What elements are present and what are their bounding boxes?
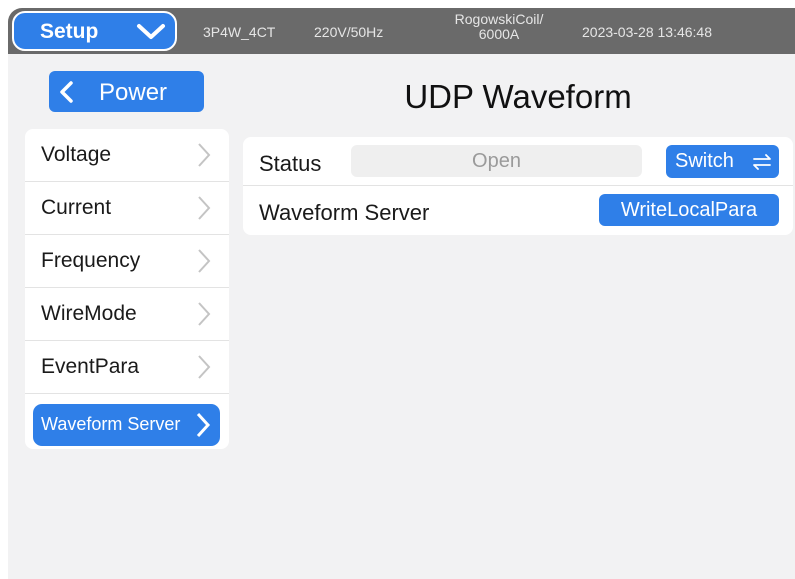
waveform-server-row: Waveform Server WriteLocalPara — [243, 186, 793, 235]
back-button-label: Power — [99, 79, 168, 106]
waveform-server-label: Waveform Server — [259, 200, 430, 225]
datetime-status: 2023-03-28 13:46:48 — [582, 24, 712, 40]
sensor-range: 6000A — [478, 26, 520, 42]
swap-arrows-icon — [752, 154, 772, 175]
sidebar-item-eventpara[interactable]: EventPara — [25, 341, 229, 394]
sidebar-item-voltage[interactable]: Voltage — [25, 129, 229, 182]
sidebar-item-label: WireMode — [41, 302, 137, 325]
status-row: Status Open Switch — [243, 137, 793, 186]
switch-button-label: Switch — [675, 150, 734, 172]
status-label: Status — [259, 151, 322, 176]
sensor-type: RogowskiCoil/ — [454, 11, 544, 27]
sidebar-item-label: Waveform Server — [41, 414, 181, 434]
chevron-down-icon — [136, 23, 166, 46]
sidebar-item-label: Current — [41, 196, 112, 219]
chevron-right-icon — [196, 248, 212, 279]
wire-mode-status: 3P4W_4CT — [203, 24, 276, 40]
setup-dropdown-button[interactable]: Setup — [12, 11, 177, 51]
app-frame: Setup 3P4W_4CT 220V/50Hz RogowskiCoil/ 6… — [8, 8, 795, 579]
chevron-right-icon — [196, 354, 212, 385]
voltage-frequency-status: 220V/50Hz — [314, 24, 384, 40]
chevron-left-icon — [58, 81, 76, 108]
sidebar-item-label: EventPara — [41, 355, 140, 378]
setup-label: Setup — [40, 20, 99, 43]
sidebar-item-frequency[interactable]: Frequency — [25, 235, 229, 288]
write-local-para-button[interactable]: WriteLocalPara — [599, 194, 779, 226]
sidebar-item-wiremode[interactable]: WireMode — [25, 288, 229, 341]
sidebar-item-label: Frequency — [41, 249, 141, 272]
sidebar-item-label: Voltage — [41, 143, 112, 166]
settings-panel: Status Open Switch Waveform Server Write… — [243, 137, 793, 235]
page-title: UDP Waveform — [404, 78, 632, 115]
chevron-right-icon — [196, 301, 212, 332]
chevron-right-icon — [196, 195, 212, 226]
chevron-right-icon — [195, 412, 211, 443]
sensor-status: RogowskiCoil/ 6000A — [434, 12, 564, 42]
chevron-right-icon — [196, 142, 212, 173]
back-button[interactable]: Power — [49, 71, 204, 112]
status-value-field: Open — [351, 145, 642, 177]
sidebar-item-waveform-server[interactable]: Waveform Server — [25, 394, 229, 447]
top-status-bar: Setup 3P4W_4CT 220V/50Hz RogowskiCoil/ 6… — [8, 8, 795, 54]
switch-button[interactable]: Switch — [666, 145, 779, 178]
sidebar-menu: Voltage Current Frequency WireMode Event… — [25, 129, 229, 449]
sidebar-item-current[interactable]: Current — [25, 182, 229, 235]
